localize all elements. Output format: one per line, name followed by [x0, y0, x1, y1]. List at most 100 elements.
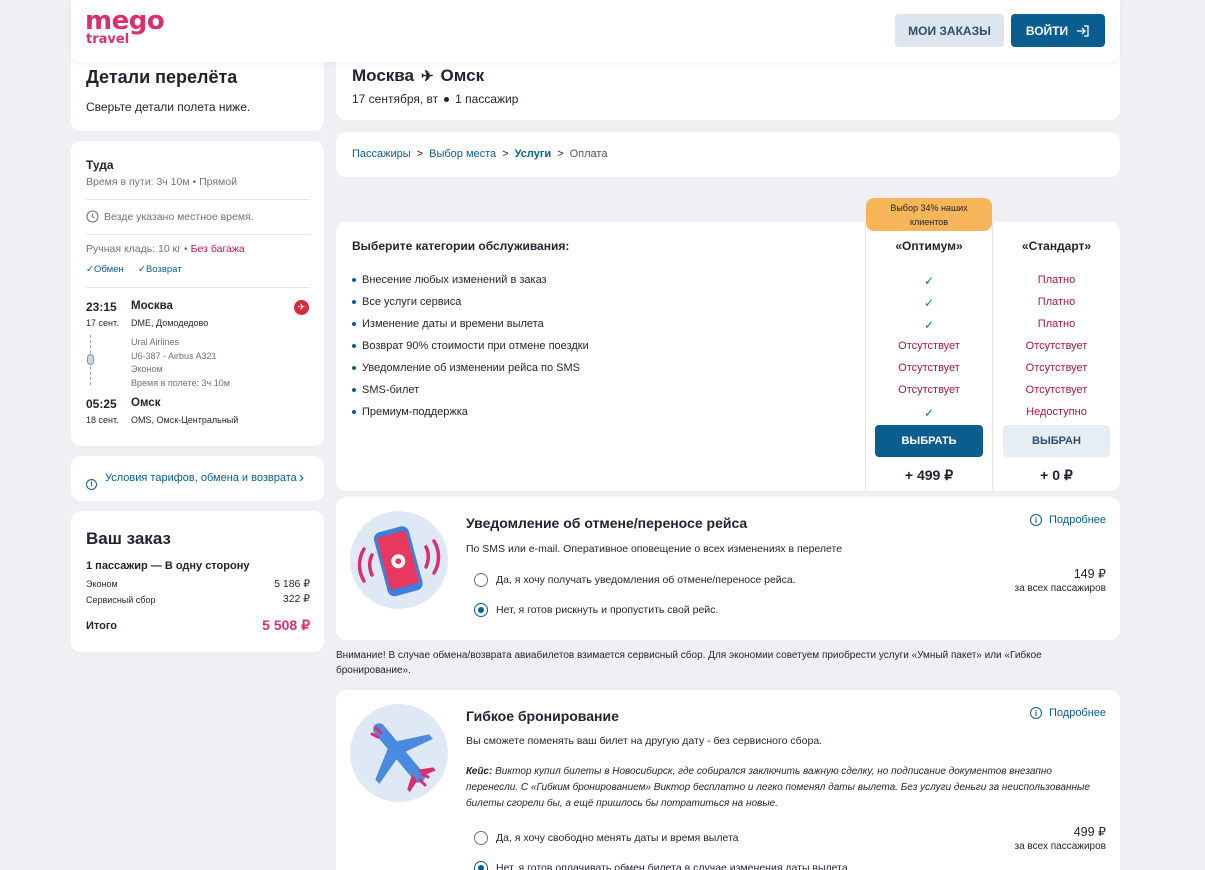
- bullet: [352, 366, 356, 370]
- breadcrumb-services[interactable]: Услуги: [515, 148, 552, 160]
- bullet: [352, 344, 356, 348]
- login-button[interactable]: ВОЙТИ: [1011, 14, 1105, 47]
- info-icon: i: [1030, 514, 1042, 526]
- feature-text: Возврат 90% стоимости при отмене поездки: [362, 340, 589, 352]
- feature-text: Изменение даты и времени вылета: [362, 318, 544, 330]
- departure-date: 17 сент.: [86, 318, 119, 328]
- plans-heading: Выберите категории обслуживания:: [352, 239, 570, 253]
- flex-case-text: Виктор купил билеты в Новосибирск, где с…: [466, 766, 1090, 809]
- breadcrumb-seat-selection[interactable]: Выбор места: [429, 148, 496, 160]
- standard-value: Платно: [1037, 274, 1076, 286]
- standard-value: Отсутствует: [1025, 362, 1088, 374]
- route-to: Омск: [440, 66, 485, 85]
- flex-yes-radio[interactable]: [474, 831, 488, 845]
- feature-row-label: Все услуги сервиса: [352, 296, 461, 308]
- flex-price: 499 ₽: [1073, 825, 1106, 839]
- route-from: Москва: [352, 66, 414, 85]
- clock-icon: [86, 210, 99, 223]
- arrival-airport: OMS, Омск-Центральный: [131, 415, 239, 425]
- notification-more-link[interactable]: i Подробнее: [1030, 514, 1106, 526]
- route-date: 17 сентября, вт: [352, 92, 439, 106]
- breadcrumb-passengers[interactable]: Пассажиры: [352, 148, 411, 160]
- select-optimum-button[interactable]: ВЫБРАТЬ: [875, 425, 983, 457]
- route-meta: 17 сентября, вт 1 пассажир: [352, 92, 518, 106]
- tariff-conditions-link[interactable]: i Условия тарифов, обмена и возврата ›: [71, 456, 324, 501]
- bullet: [352, 278, 356, 282]
- optimum-value: ✓: [923, 406, 935, 420]
- departure-airport: DME, Домодедово: [131, 318, 209, 328]
- notification-yes-radio[interactable]: [474, 573, 488, 587]
- popular-badge: Выбор 34% наших клиентов: [866, 198, 992, 231]
- departure-city: Москва: [131, 300, 173, 312]
- flex-no-radio[interactable]: [474, 861, 488, 870]
- optimum-value: ✓: [923, 318, 935, 332]
- airline-logo-icon: ✈: [294, 300, 309, 315]
- standard-price: + 0 ₽: [1040, 467, 1073, 483]
- departure-time: 23:15: [86, 300, 117, 314]
- breadcrumb-payment: Оплата: [569, 148, 608, 160]
- optimum-value: Отсутствует: [898, 340, 960, 352]
- flight-details-card: Детали перелёта Сверьте детали полета ни…: [71, 55, 324, 131]
- standard-value: Отсутствует: [1025, 340, 1088, 352]
- travel-time: Время в пути: 3ч 10м • Прямой: [86, 176, 237, 188]
- my-orders-button[interactable]: МОИ ЗАКАЗЫ: [895, 14, 1004, 47]
- airplane-icon: [370, 723, 436, 793]
- login-button-label: ВОЙТИ: [1025, 23, 1069, 38]
- bullet: [352, 410, 356, 414]
- feature-text: SMS-билет: [362, 384, 420, 396]
- info-icon: i: [86, 473, 97, 491]
- exchange-label: Обмен: [93, 264, 124, 275]
- route-passengers: 1 пассажир: [455, 92, 519, 106]
- order-summary: 1 пассажир — В одну сторону: [86, 560, 250, 572]
- flex-description: Вы сможете поменять ваш билет на другую …: [466, 735, 823, 747]
- optimum-value: Отсутствует: [898, 384, 960, 396]
- refund-badge: ✓Возврат: [138, 264, 182, 275]
- airline-name: Ural Airlines: [131, 337, 180, 347]
- feature-row-label: Премиум-поддержка: [352, 406, 468, 418]
- optimum-value: ✓: [923, 296, 935, 310]
- notification-price-note: за всех пассажиров: [1014, 583, 1107, 594]
- standard-value: Отсутствует: [1025, 384, 1088, 396]
- breadcrumb-separator: >: [502, 148, 509, 160]
- bullet: [444, 96, 450, 102]
- selected-standard-button[interactable]: ВЫБРАН: [1003, 425, 1110, 457]
- service-fee-warning: Внимание! В случае обмена/возврата авиаб…: [336, 650, 1042, 676]
- total-label: Итого: [86, 620, 118, 632]
- optimum-value: Отсутствует: [898, 362, 960, 374]
- feature-text: Внесение любых изменений в заказ: [362, 274, 547, 286]
- route-title: Москва ✈ Омск: [352, 66, 484, 86]
- feature-text: Все услуги сервиса: [362, 296, 462, 308]
- login-icon: [1077, 24, 1089, 37]
- bullet: [352, 322, 356, 326]
- optimum-price: + 499 ₽: [904, 467, 954, 483]
- itinerary-card: Туда Время в пути: 3ч 10м • Прямой Везде…: [71, 141, 324, 446]
- notification-service-card: Уведомление об отмене/переносе рейса i П…: [336, 497, 1120, 640]
- notification-title: Уведомление об отмене/переносе рейса: [466, 515, 748, 531]
- phone-notification-icon: [357, 526, 441, 597]
- flex-title: Гибкое бронирование: [466, 708, 619, 724]
- flex-case-label: Кейс:: [466, 766, 493, 777]
- chevron-right-icon: ›: [299, 469, 304, 486]
- flexible-booking-card: Гибкое бронирование i Подробнее Вы сможе…: [336, 690, 1120, 870]
- flex-more-link[interactable]: i Подробнее: [1030, 707, 1106, 719]
- plan-optimum-title: «Оптимум»: [895, 239, 963, 253]
- notification-description: По SMS или e-mail. Оперативное оповещени…: [466, 543, 843, 555]
- notification-no-radio[interactable]: [474, 603, 488, 617]
- flex-yes-label[interactable]: Да, я хочу свободно менять даты и время …: [496, 832, 739, 844]
- feature-text: Уведомление об изменении рейса по SMS: [362, 362, 580, 374]
- notification-no-label[interactable]: Нет, я готов рискнуть и пропустить свой …: [496, 604, 718, 616]
- details-subtitle: Сверьте детали полета ниже.: [86, 100, 251, 114]
- flex-no-label[interactable]: Нет, я готов оплачивать обмен билета в с…: [496, 862, 848, 870]
- feature-row-label: SMS-билет: [352, 384, 419, 396]
- service-fee-label: Сервисный сбор: [86, 595, 156, 605]
- breadcrumb-trail: Пассажиры > Выбор места > Услуги > Оплат…: [352, 148, 607, 160]
- route-marker: [87, 354, 94, 365]
- total-price: 5 508 ₽: [262, 617, 310, 633]
- route-card: Москва ✈ Омск 17 сентября, вт 1 пассажир: [336, 55, 1120, 120]
- direction-label: Туда: [86, 158, 114, 172]
- notification-yes-label[interactable]: Да, я хочу получать уведомления об отмен…: [496, 574, 796, 586]
- service-fee-price: 322 ₽: [282, 593, 310, 605]
- order-title: Ваш заказ: [86, 529, 171, 548]
- standard-value: Платно: [1037, 296, 1076, 308]
- standard-value: Недоступно: [1026, 406, 1087, 418]
